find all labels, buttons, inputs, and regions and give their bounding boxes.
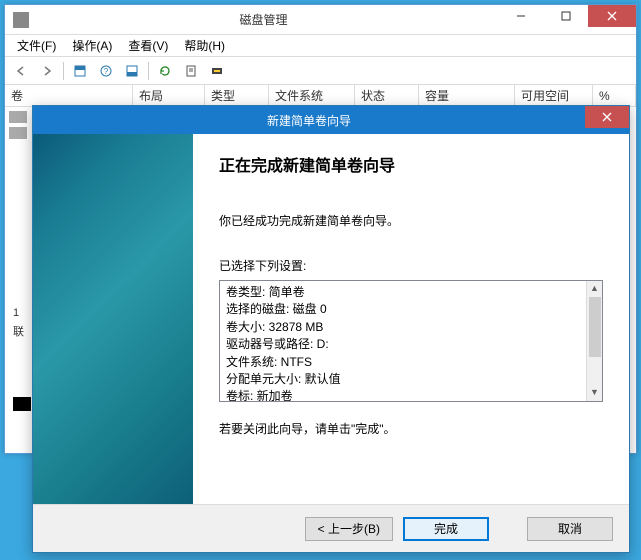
minimize-button[interactable]: [498, 5, 543, 27]
setting-row: 驱动器号或路径: D:: [226, 336, 596, 353]
setting-row: 分配单元大小: 默认值: [226, 371, 596, 388]
new-volume-wizard: 新建简单卷向导 正在完成新建简单卷向导 你已经成功完成新建简单卷向导。 已选择下…: [32, 105, 630, 553]
help-icon[interactable]: ?: [94, 60, 118, 82]
main-titlebar: 磁盘管理: [5, 5, 636, 35]
app-icon: [13, 12, 29, 28]
wizard-body: 正在完成新建简单卷向导 你已经成功完成新建简单卷向导。 已选择下列设置: 卷类型…: [33, 134, 629, 504]
table-header: 卷 布局 类型 文件系统 状态 容量 可用空间 %: [5, 85, 636, 107]
col-capacity[interactable]: 容量: [419, 85, 515, 106]
close-button[interactable]: [588, 5, 636, 27]
setting-row: 卷大小: 32878 MB: [226, 319, 596, 336]
col-status[interactable]: 状态: [355, 85, 419, 106]
scroll-down-icon[interactable]: ▼: [587, 385, 602, 401]
disk-icon: [9, 111, 27, 123]
setting-row: 卷类型: 简单卷: [226, 284, 596, 301]
wizard-titlebar: 新建简单卷向导: [33, 106, 629, 134]
properties-icon[interactable]: [179, 60, 203, 82]
scroll-thumb[interactable]: [589, 297, 601, 357]
toolbar-separator: [148, 62, 149, 80]
wizard-settings-label: 已选择下列设置:: [219, 257, 603, 274]
refresh-icon[interactable]: [153, 60, 177, 82]
menubar: 文件(F) 操作(A) 查看(V) 帮助(H): [5, 35, 636, 57]
action-icon[interactable]: [205, 60, 229, 82]
col-filesystem[interactable]: 文件系统: [269, 85, 355, 106]
menu-action[interactable]: 操作(A): [66, 35, 118, 56]
listbox-scrollbar[interactable]: ▲ ▼: [586, 281, 602, 401]
view-top-icon[interactable]: [68, 60, 92, 82]
svg-text:?: ?: [104, 67, 109, 76]
window-controls: [498, 5, 636, 34]
col-pct[interactable]: %: [593, 85, 636, 106]
wizard-success-text: 你已经成功完成新建简单卷向导。: [219, 212, 603, 229]
menu-file[interactable]: 文件(F): [11, 35, 62, 56]
main-title: 磁盘管理: [29, 11, 498, 28]
setting-row: 卷标: 新加卷: [226, 388, 596, 402]
menu-view[interactable]: 查看(V): [122, 35, 174, 56]
setting-row: 文件系统: NTFS: [226, 354, 596, 371]
view-bottom-icon[interactable]: [120, 60, 144, 82]
wizard-heading: 正在完成新建简单卷向导: [219, 152, 603, 176]
wizard-close-text: 若要关闭此向导，请单击"完成"。: [219, 420, 603, 437]
col-volume[interactable]: 卷: [5, 85, 133, 106]
wizard-close-button[interactable]: [585, 106, 629, 128]
maximize-button[interactable]: [543, 5, 588, 27]
back-button[interactable]: < 上一步(B): [305, 517, 393, 541]
wizard-settings-listbox[interactable]: 卷类型: 简单卷 选择的磁盘: 磁盘 0 卷大小: 32878 MB 驱动器号或…: [219, 280, 603, 402]
side-text: 联: [13, 323, 24, 339]
disk-icon: [9, 127, 27, 139]
setting-row: 选择的磁盘: 磁盘 0: [226, 301, 596, 318]
forward-icon[interactable]: [35, 60, 59, 82]
wizard-main: 正在完成新建简单卷向导 你已经成功完成新建简单卷向导。 已选择下列设置: 卷类型…: [193, 134, 629, 504]
col-type[interactable]: 类型: [205, 85, 269, 106]
toolbar: ?: [5, 57, 636, 85]
col-layout[interactable]: 布局: [133, 85, 205, 106]
finish-button[interactable]: 完成: [403, 517, 489, 541]
toolbar-separator: [63, 62, 64, 80]
wizard-button-bar: < 上一步(B) 完成 取消: [33, 504, 629, 552]
col-free[interactable]: 可用空间: [515, 85, 593, 106]
unallocated-legend: [13, 397, 31, 411]
menu-help[interactable]: 帮助(H): [178, 35, 231, 56]
side-text: 1: [13, 307, 19, 319]
wizard-sidebar-image: [33, 134, 193, 504]
back-icon[interactable]: [9, 60, 33, 82]
scroll-up-icon[interactable]: ▲: [587, 281, 602, 297]
cancel-button[interactable]: 取消: [527, 517, 613, 541]
wizard-title: 新建简单卷向导: [33, 112, 585, 129]
